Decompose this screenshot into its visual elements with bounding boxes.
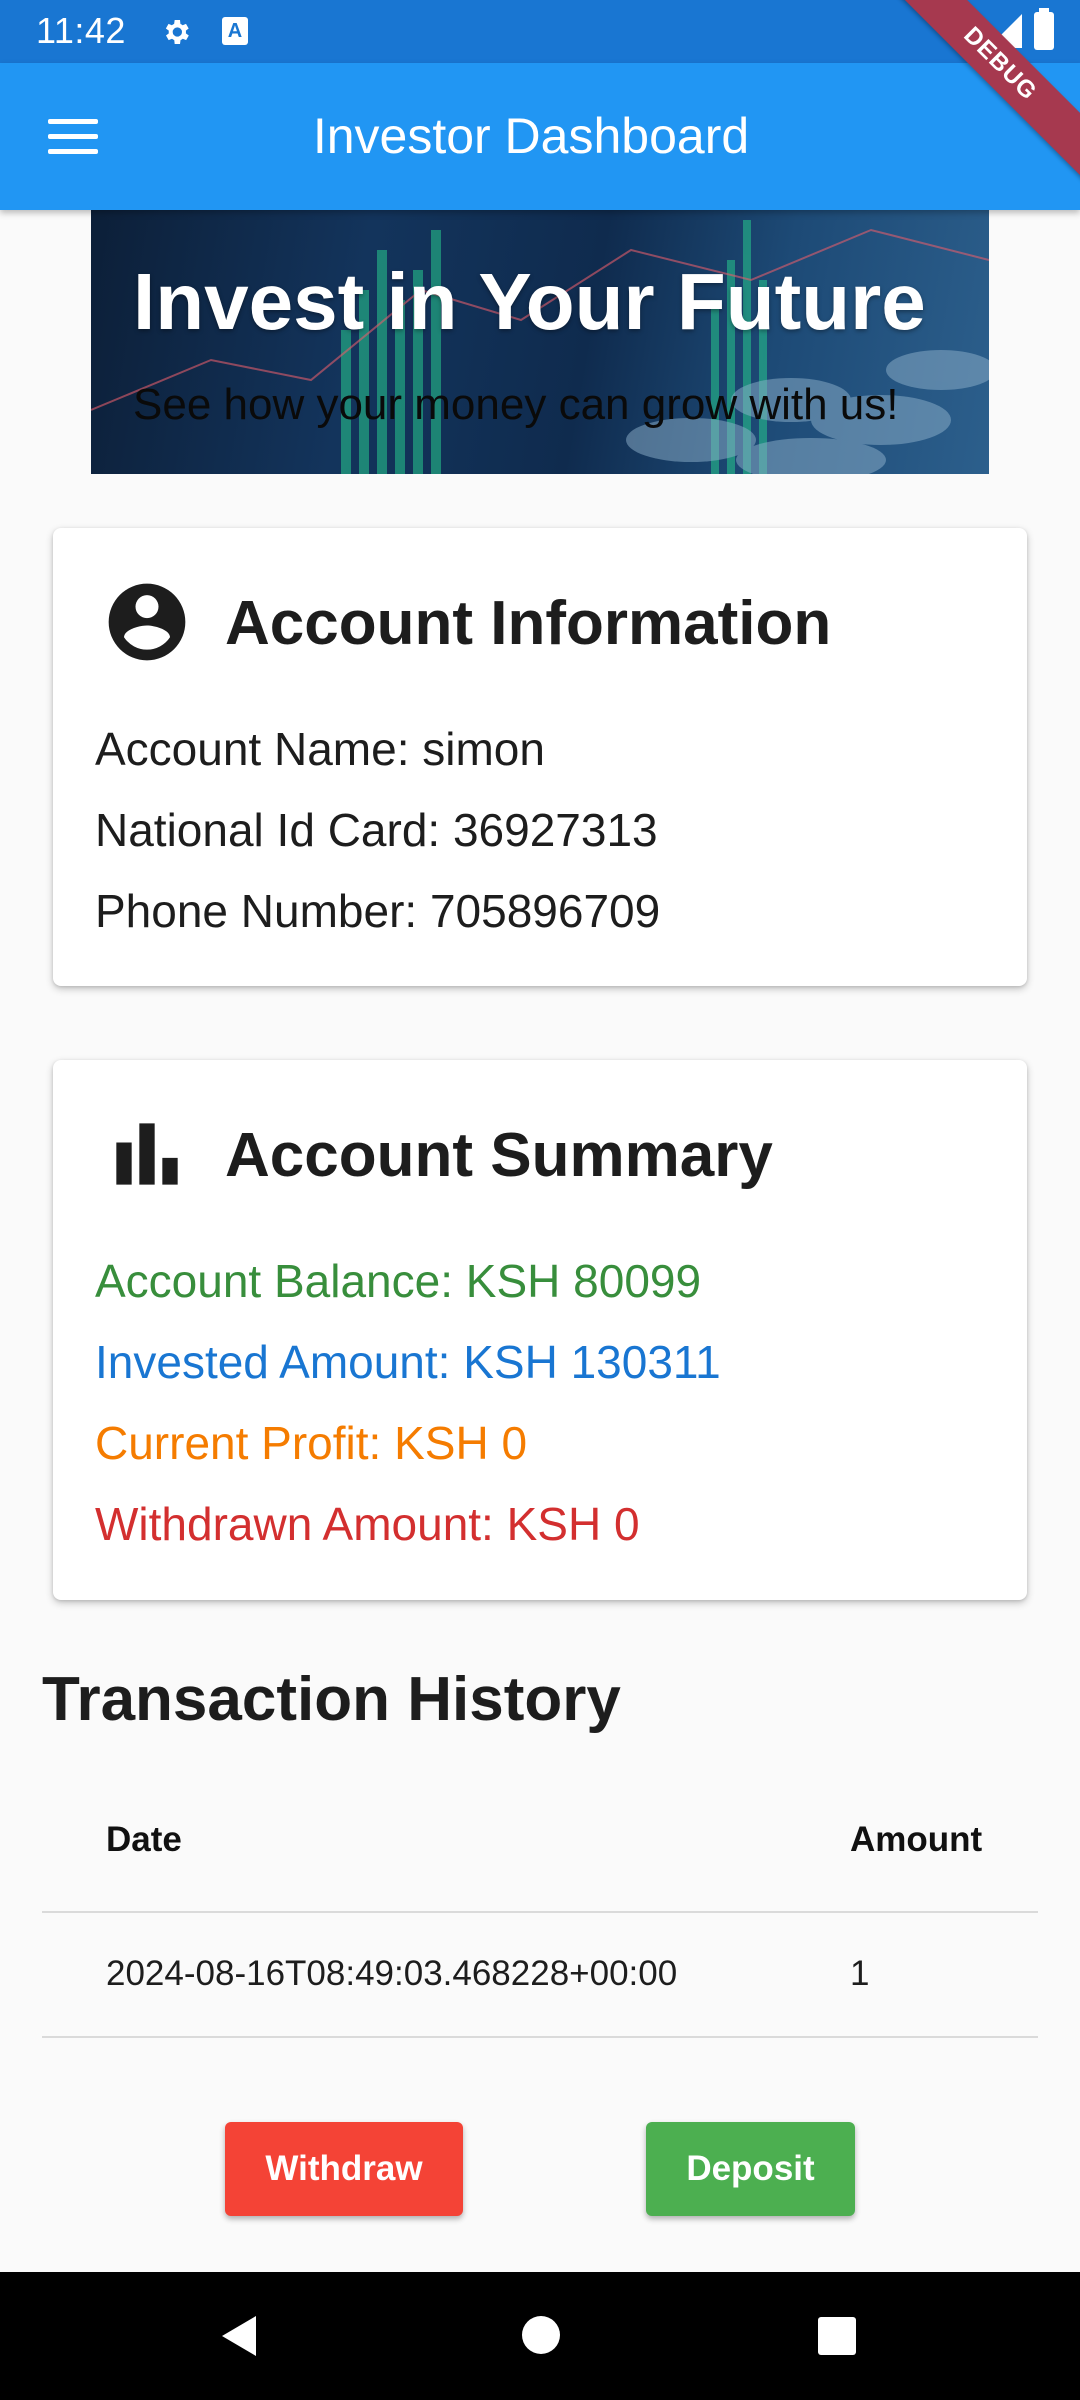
system-navigation-bar <box>0 2272 1080 2400</box>
column-header-amount: Amount <box>850 1820 983 1859</box>
account-balance-text: Account Balance: KSH 80099 <box>95 1255 702 1307</box>
account-summary-title: Account Summary <box>225 1121 773 1190</box>
account-information-card: Account Information Account Name: simon … <box>53 528 1027 986</box>
bar-chart-icon <box>116 1123 178 1185</box>
account-name-text: Account Name: simon <box>95 723 545 775</box>
current-profit-text: Current Profit: KSH 0 <box>95 1417 528 1469</box>
app-bar: Investor Dashboard <box>0 63 1080 210</box>
keyboard-a-icon: A <box>222 17 248 45</box>
phone-number-text: Phone Number: 705896709 <box>95 885 661 937</box>
back-icon[interactable] <box>216 2314 260 2358</box>
withdrawn-amount-text: Withdrawn Amount: KSH 0 <box>95 1498 640 1550</box>
settings-gear-icon <box>165 20 189 44</box>
invested-amount-text: Invested Amount: KSH 130311 <box>95 1336 721 1388</box>
deposit-button[interactable]: Deposit <box>646 2122 855 2216</box>
national-id-text: National Id Card: 36927313 <box>95 804 658 856</box>
account-circle-icon <box>108 583 186 661</box>
table-divider <box>42 1911 1038 1913</box>
withdraw-button[interactable]: Withdraw <box>225 2122 463 2216</box>
account-summary-card: Account Summary Account Balance: KSH 800… <box>53 1060 1027 1600</box>
transaction-date-cell: 2024-08-16T08:49:03.468228+00:00 <box>106 1954 678 1993</box>
transaction-history-title: Transaction History <box>42 1665 621 1734</box>
banner-title: Invest in Your Future <box>133 257 926 346</box>
recent-apps-icon[interactable] <box>818 2317 856 2355</box>
banner-subtitle: See how your money can grow with us! <box>133 380 899 429</box>
account-information-title: Account Information <box>225 589 832 658</box>
column-header-date: Date <box>106 1820 182 1859</box>
home-icon[interactable] <box>522 2316 560 2354</box>
status-time: 11:42 <box>36 10 126 51</box>
battery-icon <box>1034 8 1054 50</box>
table-divider <box>42 2036 1038 2038</box>
transaction-amount-cell: 1 <box>850 1954 870 1993</box>
app-title: Investor Dashboard <box>312 108 750 164</box>
hero-banner: Invest in Your Future See how your money… <box>91 210 989 474</box>
